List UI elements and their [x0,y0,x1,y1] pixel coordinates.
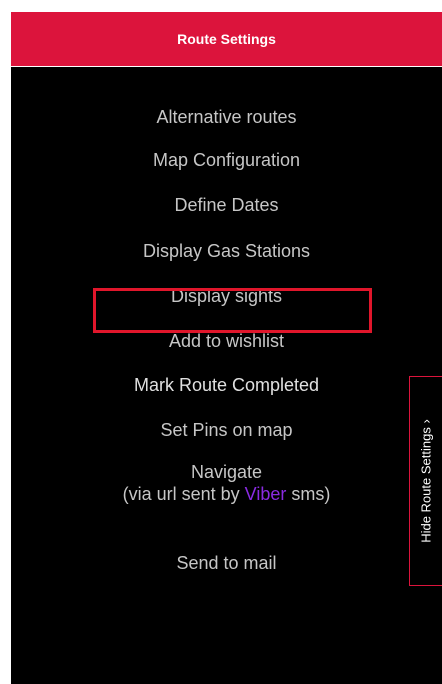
menu-item-mark-route-completed[interactable]: Mark Route Completed [11,374,442,396]
navigate-sub-suffix: sms) [286,484,331,504]
hide-route-settings-label: Hide Route Settings › [418,419,434,543]
menu-item-set-pins-on-map[interactable]: Set Pins on map [11,419,442,441]
highlight-box [93,288,372,333]
panel-header: Route Settings [11,12,442,67]
navigate-sublabel: (via url sent by Viber sms) [11,483,442,505]
route-settings-panel: Route Settings Alternative routes Map Co… [11,12,442,684]
menu-item-send-to-mail[interactable]: Send to mail [11,552,442,574]
navigate-sub-prefix: (via url sent by [122,484,245,504]
panel-title: Route Settings [177,31,276,47]
menu-item-map-configuration[interactable]: Map Configuration [11,149,442,171]
menu-item-add-to-wishlist[interactable]: Add to wishlist [11,330,442,352]
menu-item-navigate[interactable]: Navigate (via url sent by Viber sms) [11,461,442,505]
viber-brand-text: Viber [244,484,287,504]
menu-item-display-gas-stations[interactable]: Display Gas Stations [11,240,442,262]
menu-item-define-dates[interactable]: Define Dates [11,194,442,216]
hide-route-settings-tab[interactable]: Hide Route Settings › [409,376,442,586]
navigate-label: Navigate [190,462,263,482]
menu-item-alternative-routes[interactable]: Alternative routes [11,106,442,128]
